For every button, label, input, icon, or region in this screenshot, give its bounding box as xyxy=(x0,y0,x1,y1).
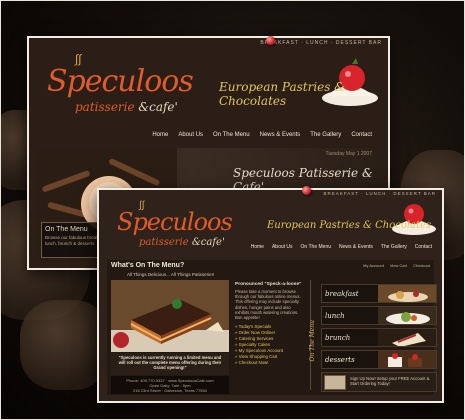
menu-category-label: lunch xyxy=(325,312,345,320)
topbar-text: BREAKFAST · LUNCH · DESSERT BAR xyxy=(260,40,382,46)
checkout-link[interactable]: Checkout xyxy=(413,263,430,268)
logo-brand: Speculoos xyxy=(117,208,233,236)
lunch-thumbnail xyxy=(378,307,436,324)
contact-info: Phone: 409.770.9337 · www.SpeculoosCafe.… xyxy=(111,376,229,394)
menu-category-label: brunch xyxy=(325,334,351,342)
desserts-thumbnail xyxy=(378,351,436,368)
brunch-thumbnail xyxy=(378,329,436,346)
promo-panel: Pronounced "Speck-a-loose" Please take a… xyxy=(233,280,307,390)
signup-banner[interactable]: Sign Up Now! Setup your FREE Account & S… xyxy=(321,372,437,392)
site-tagline: European Pastries & Chocolates xyxy=(219,80,345,108)
main-nav: Home About Us On The Menu News & Events … xyxy=(29,132,388,146)
nav-home[interactable]: Home xyxy=(251,244,264,256)
nav-contact[interactable]: Contact xyxy=(415,244,432,256)
site-tagline: European Pastries & Chocolates xyxy=(267,220,432,231)
layered-cake-photo xyxy=(111,280,229,352)
nav-about-us[interactable]: About Us xyxy=(272,244,293,256)
menu-category-desserts[interactable]: desserts xyxy=(321,350,437,369)
menu-category-list: breakfast lunch brunch desserts xyxy=(321,284,437,372)
view-cart-link[interactable]: View Cart xyxy=(390,263,407,268)
contact-address: 216 23rd Street · Galveston, Texas 77550 xyxy=(133,388,207,393)
menu-page-screenshot: BREAKFAST · LUNCH · DESSERT BAR ∫∫ Specu… xyxy=(97,188,444,403)
nav-home[interactable]: Home xyxy=(152,132,168,146)
link-checkout[interactable]: » Checkout Now! xyxy=(235,360,305,366)
vertical-section-label: On The Menu xyxy=(309,320,316,362)
page-subtitle: All Things Delicious... All Things Patis… xyxy=(127,272,215,277)
push-pin-icon xyxy=(266,36,275,45)
nav-on-the-menu[interactable]: On The Menu xyxy=(301,244,331,256)
promo-text: Please take a moment to browse through o… xyxy=(235,289,301,321)
promo-title: Pronounced "Speck-a-loose" xyxy=(235,282,302,287)
signup-text: Sign Up Now! Setup your FREE Account & S… xyxy=(350,376,430,386)
my-account-link[interactable]: My Account xyxy=(363,263,384,268)
nav-about-us[interactable]: About Us xyxy=(178,132,203,146)
page-title: What's On The Menu? xyxy=(111,262,185,269)
breakfast-thumbnail xyxy=(378,285,436,302)
logo-brand: Speculoos xyxy=(47,64,194,99)
menu-category-breakfast[interactable]: breakfast xyxy=(321,284,437,303)
menu-category-label: breakfast xyxy=(325,290,359,298)
nav-news-events[interactable]: News & Events xyxy=(339,244,373,256)
menu-category-lunch[interactable]: lunch xyxy=(321,306,437,325)
nav-the-gallery[interactable]: The Gallery xyxy=(381,244,407,256)
quick-links: » Today's Specials » Order Now Online! »… xyxy=(235,324,305,366)
signup-promo-icon xyxy=(324,375,346,390)
nav-contact[interactable]: Contact xyxy=(351,132,372,146)
nav-news-events[interactable]: News & Events xyxy=(260,132,301,146)
push-pin-icon xyxy=(302,186,311,195)
menu-content: What's On The Menu? All Things Delicious… xyxy=(107,260,437,395)
date-text: Tuesday May 1 2007 xyxy=(325,151,372,157)
account-links: My Account View Cart Checkout xyxy=(363,263,430,268)
logo-subtitle: patisserie &cafe' xyxy=(75,100,178,114)
announcement-quote: "Speculoos is currently running a limite… xyxy=(111,353,229,375)
menu-category-label: desserts xyxy=(325,356,355,364)
nav-on-the-menu[interactable]: On The Menu xyxy=(213,132,250,146)
main-nav: Home About Us On The Menu News & Events … xyxy=(99,244,442,256)
site-logo[interactable]: ∫∫ Speculoos patisserie &cafe' xyxy=(47,52,194,122)
nav-the-gallery[interactable]: The Gallery xyxy=(310,132,341,146)
menu-category-brunch[interactable]: brunch xyxy=(321,328,437,347)
